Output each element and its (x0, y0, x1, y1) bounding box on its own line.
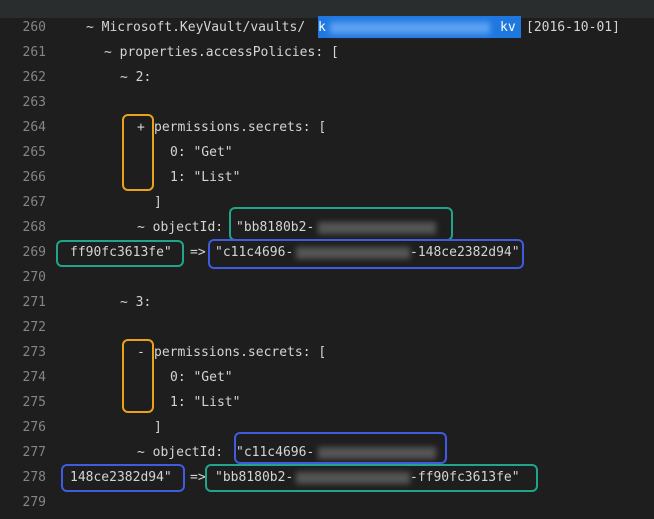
code-line-272[interactable] (0, 315, 654, 340)
closing-bracket-text: ] (154, 420, 162, 435)
permissions-secrets-text: permissions.secrets: [ (154, 345, 327, 360)
code-line-266[interactable]: 1: "List" (0, 165, 654, 190)
permission-list-text: 1: "List" (170, 170, 241, 185)
code-line-267[interactable]: ] (0, 190, 654, 215)
code-line-264[interactable]: + permissions.secrets: [ (0, 115, 654, 140)
permission-get-text: 0: "Get" (170, 145, 233, 160)
api-version-text: [2016-10-01] (526, 20, 620, 35)
code-line-263[interactable] (0, 90, 654, 115)
permission-get-text: 0: "Get" (170, 370, 233, 385)
code-line-260[interactable]: ~ Microsoft.KeyVault/vaults/ k kv [2016-… (0, 15, 654, 40)
code-line-278[interactable]: 148ce2382d94" => "bb8180b2- -ff90fc3613f… (0, 465, 654, 490)
change-arrow: => (190, 245, 206, 260)
redacted-object-id (296, 247, 410, 259)
old-object-id-start: "c11c4696- (236, 445, 315, 460)
permissions-secrets-text: permissions.secrets: [ (154, 120, 327, 135)
object-id-label: ~ objectId: (137, 445, 224, 460)
removed-marker: - (137, 345, 145, 360)
redacted-vault-name (330, 22, 490, 34)
redacted-object-id (318, 447, 436, 459)
old-object-id-end: ff90fc3613fe" (70, 245, 172, 260)
old-object-id-end: 148ce2382d94" (70, 470, 172, 485)
code-line-262[interactable]: ~ 2: (0, 65, 654, 90)
code-line-261[interactable]: ~ properties.accessPolicies: [ (0, 40, 654, 65)
change-arrow: => (190, 470, 206, 485)
selected-text-end: kv (500, 20, 516, 35)
closing-bracket-text: ] (154, 195, 162, 210)
code-line-265[interactable]: 0: "Get" (0, 140, 654, 165)
code-line-271[interactable]: ~ 3: (0, 290, 654, 315)
access-policies-text: ~ properties.accessPolicies: [ (104, 45, 339, 60)
redacted-object-id (318, 222, 436, 234)
code-line-270[interactable] (0, 265, 654, 290)
index-3-text: ~ 3: (120, 295, 152, 310)
code-line-276[interactable]: ] (0, 415, 654, 440)
new-object-id-start: "c11c4696- (215, 245, 294, 260)
code-line-274[interactable]: 0: "Get" (0, 365, 654, 390)
resource-path-text: ~ Microsoft.KeyVault/vaults/ (86, 20, 306, 35)
code-line-273[interactable]: - permissions.secrets: [ (0, 340, 654, 365)
new-object-id-end: -148ce2382d94" (410, 245, 520, 260)
permission-list-text: 1: "List" (170, 395, 241, 410)
code-line-268[interactable]: ~ objectId: "bb8180b2- (0, 215, 654, 240)
old-object-id-start: "bb8180b2- (236, 220, 315, 235)
selected-text-start: k (318, 20, 326, 35)
code-line-277[interactable]: ~ objectId: "c11c4696- (0, 440, 654, 465)
new-object-id-start: "bb8180b2- (215, 470, 294, 485)
code-line-279[interactable] (0, 490, 654, 515)
index-2-text: ~ 2: (120, 70, 152, 85)
code-line-269[interactable]: ff90fc3613fe" => "c11c4696- -148ce2382d9… (0, 240, 654, 265)
new-object-id-end: -ff90fc3613fe" (410, 470, 520, 485)
redacted-object-id (296, 472, 410, 484)
code-line-275[interactable]: 1: "List" (0, 390, 654, 415)
added-marker: + (137, 120, 145, 135)
object-id-label: ~ objectId: (137, 220, 224, 235)
